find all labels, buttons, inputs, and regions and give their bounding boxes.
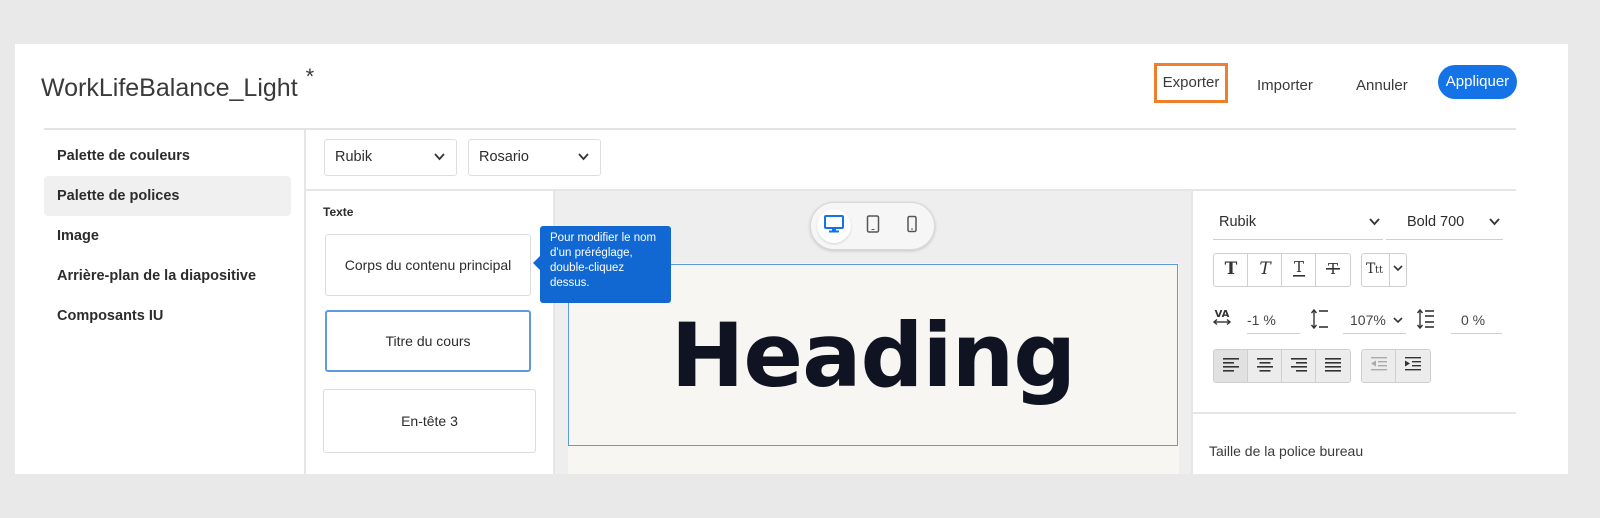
- line-height-select[interactable]: 107%: [1343, 306, 1406, 334]
- underline-icon: T: [1289, 258, 1309, 283]
- small-caps-icon: Ttt: [1364, 258, 1388, 283]
- tracking-field[interactable]: -1 %: [1247, 306, 1300, 334]
- presets-section-label: Texte: [323, 205, 354, 219]
- text-style-group: T T T T: [1213, 253, 1351, 287]
- paragraph-spacing-icon: [1416, 308, 1436, 333]
- svg-text:T: T: [1293, 258, 1303, 276]
- mobile-view-button[interactable]: [895, 209, 929, 243]
- chevron-down-icon: [1392, 306, 1404, 345]
- svg-text:VA: VA: [1215, 309, 1230, 320]
- chevron-down-icon: [1392, 261, 1404, 279]
- header-divider: [44, 128, 1516, 130]
- strikethrough-button[interactable]: T: [1316, 254, 1350, 286]
- page-title: WorkLifeBalance_Light *: [41, 64, 314, 103]
- align-right-button[interactable]: [1282, 350, 1316, 382]
- chevron-down-icon: [577, 140, 590, 189]
- align-left-icon: [1222, 356, 1240, 377]
- sidebar-divider: [304, 130, 306, 474]
- line-height-icon: [1310, 308, 1330, 333]
- tracking-icon: VA: [1211, 307, 1233, 332]
- preset-course-title[interactable]: Titre du cours: [325, 310, 531, 372]
- underline-button[interactable]: T: [1282, 254, 1316, 286]
- preset-label: En-tête 3: [401, 413, 458, 429]
- svg-text:tt: tt: [1375, 265, 1383, 276]
- preset-label: Titre du cours: [385, 333, 471, 349]
- outdent-icon: [1370, 356, 1388, 377]
- primary-font-select[interactable]: Rubik: [324, 139, 457, 176]
- font-weight-select[interactable]: Bold 700: [1386, 204, 1503, 240]
- align-center-button[interactable]: [1248, 350, 1282, 382]
- device-switcher: [810, 202, 935, 250]
- import-button[interactable]: Importer: [1257, 70, 1313, 102]
- svg-text:T: T: [1259, 259, 1272, 278]
- theme-name: WorkLifeBalance_Light: [41, 74, 298, 102]
- italic-icon: T: [1255, 258, 1275, 283]
- properties-divider: [1191, 191, 1193, 474]
- unsaved-marker: *: [305, 64, 315, 89]
- text-case-group: Ttt: [1361, 253, 1407, 287]
- bold-icon: T: [1221, 258, 1241, 283]
- align-justify-button[interactable]: [1316, 350, 1350, 382]
- chevron-down-icon: [433, 140, 446, 189]
- chevron-down-icon: [1368, 204, 1381, 254]
- sidebar-item-image[interactable]: Image: [44, 216, 291, 256]
- apply-button[interactable]: Appliquer: [1438, 65, 1517, 99]
- desktop-view-button[interactable]: [817, 209, 851, 243]
- secondary-font-value: Rosario: [479, 149, 529, 165]
- strikethrough-icon: T: [1323, 258, 1343, 283]
- preset-label: Corps du contenu principal: [344, 257, 512, 273]
- preview-heading-text: Heading: [670, 303, 1077, 407]
- desktop-font-size-label: Taille de la police bureau: [1209, 443, 1364, 459]
- align-right-icon: [1290, 356, 1308, 377]
- tablet-icon: [866, 214, 880, 238]
- mobile-icon: [906, 215, 918, 238]
- chevron-down-icon: [1488, 204, 1501, 254]
- desktop-icon: [824, 214, 844, 238]
- properties-section-divider: [1193, 412, 1516, 414]
- font-family-select[interactable]: Rubik: [1213, 204, 1383, 240]
- export-button[interactable]: Exporter: [1154, 63, 1228, 103]
- secondary-font-select[interactable]: Rosario: [468, 139, 601, 176]
- outdent-button[interactable]: [1362, 350, 1396, 382]
- theme-editor: WorkLifeBalance_Light * Exporter Importer…: [15, 44, 1568, 474]
- indent-button[interactable]: [1396, 350, 1430, 382]
- text-case-dropdown[interactable]: [1390, 254, 1406, 286]
- sidebar-item-ui-components[interactable]: Composants IU: [44, 296, 291, 336]
- line-height-value: 107%: [1350, 312, 1386, 328]
- sidebar-item-color-palette[interactable]: Palette de couleurs: [44, 136, 291, 176]
- rename-preset-tooltip: Pour modifier le nom d'un préréglage, do…: [533, 226, 671, 303]
- indent-icon: [1404, 356, 1422, 377]
- cancel-button[interactable]: Annuler: [1356, 70, 1408, 102]
- alignment-group: [1213, 349, 1351, 383]
- align-center-icon: [1256, 356, 1274, 377]
- italic-button[interactable]: T: [1248, 254, 1282, 286]
- svg-text:T: T: [1224, 259, 1237, 278]
- preset-body-text[interactable]: Corps du contenu principal: [325, 234, 531, 296]
- primary-font-value: Rubik: [335, 149, 373, 165]
- bold-button[interactable]: T: [1214, 254, 1248, 286]
- font-family-value: Rubik: [1219, 214, 1257, 230]
- indent-group: [1361, 349, 1431, 383]
- sidebar-item-slide-background[interactable]: Arrière-plan de la diapositive: [44, 256, 291, 296]
- sidebar-item-font-palette[interactable]: Palette de polices: [44, 176, 291, 216]
- align-justify-icon: [1324, 356, 1342, 377]
- font-weight-value: Bold 700: [1407, 214, 1465, 230]
- preset-heading-3[interactable]: En-tête 3: [323, 389, 536, 453]
- tablet-view-button[interactable]: [856, 209, 890, 243]
- text-case-button[interactable]: Ttt: [1362, 254, 1390, 286]
- paragraph-spacing-field[interactable]: 0 %: [1451, 306, 1502, 334]
- align-left-button[interactable]: [1214, 350, 1248, 382]
